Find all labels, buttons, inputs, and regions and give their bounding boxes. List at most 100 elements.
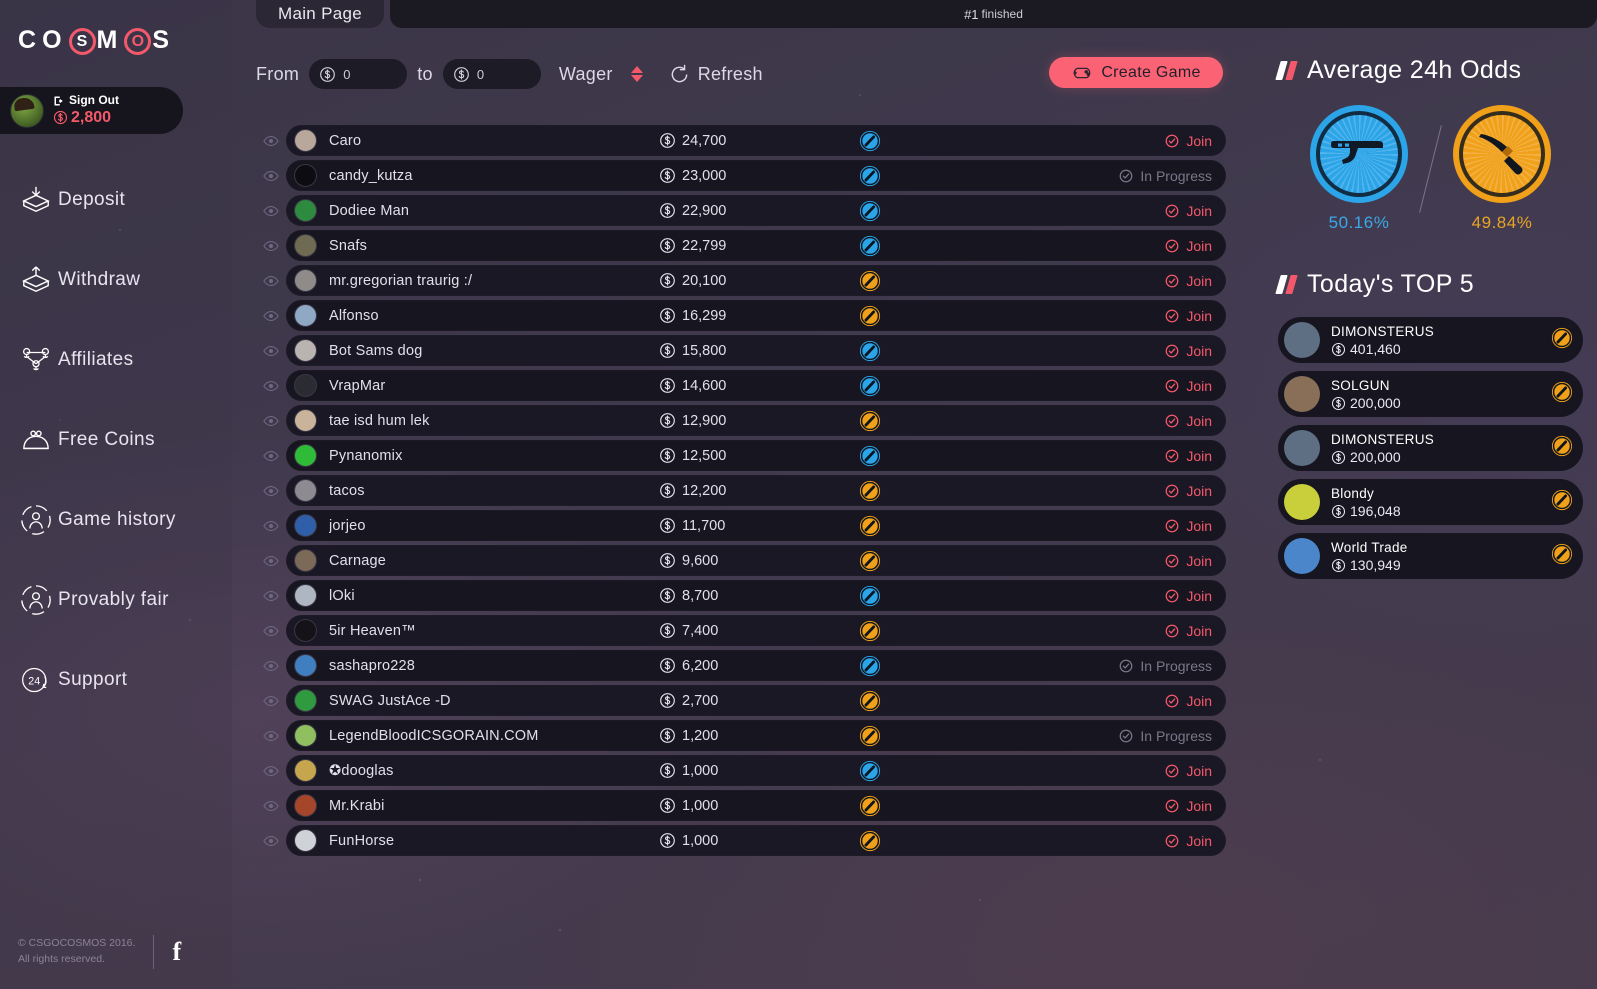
join-game-button[interactable]: Join (939, 623, 1226, 639)
join-game-button[interactable]: Join (939, 833, 1226, 849)
watch-game-button[interactable] (256, 170, 286, 182)
watch-game-button[interactable] (256, 240, 286, 252)
watch-game-button[interactable] (256, 625, 286, 637)
game-row-body[interactable]: SWAG JustAce -D 2,700 Join (286, 685, 1226, 716)
join-game-button[interactable]: Join (939, 413, 1226, 429)
watch-game-button[interactable] (256, 695, 286, 707)
join-game-button[interactable]: Join (939, 693, 1226, 709)
list-item[interactable]: DIMONSTERUS 200,000 (1278, 425, 1583, 471)
from-amount-input[interactable]: 0 (309, 59, 408, 89)
table-row[interactable]: VrapMar 14,600 Join (256, 370, 1226, 401)
game-row-body[interactable]: Dodiee Man 22,900 Join (286, 195, 1226, 226)
join-game-button[interactable]: Join (939, 763, 1226, 779)
watch-game-button[interactable] (256, 380, 286, 392)
table-row[interactable]: tacos 12,200 Join (256, 475, 1226, 506)
join-game-button[interactable]: Join (939, 518, 1226, 534)
watch-game-button[interactable] (256, 275, 286, 287)
game-row-body[interactable]: candy_kutza 23,000 In Progress (286, 160, 1226, 191)
list-item[interactable]: Blondy 196,048 (1278, 479, 1583, 525)
table-row[interactable]: tae isd hum lek 12,900 Join (256, 405, 1226, 436)
sidebar-item-support[interactable]: 24 Support (0, 640, 232, 720)
table-row[interactable]: SWAG JustAce -D 2,700 Join (256, 685, 1226, 716)
join-game-button[interactable]: Join (939, 588, 1226, 604)
game-row-body[interactable]: FunHorse 1,000 Join (286, 825, 1226, 856)
list-item[interactable]: SOLGUN 200,000 (1278, 371, 1583, 417)
sidebar-item-free-coins[interactable]: Free Coins (0, 400, 232, 480)
cosmos-logo[interactable]: C O S M O S (18, 26, 175, 55)
table-row[interactable]: jorjeo 11,700 Join (256, 510, 1226, 541)
game-row-body[interactable]: 5ir Heaven™ 7,400 Join (286, 615, 1226, 646)
watch-game-button[interactable] (256, 135, 286, 147)
sidebar-item-affiliates[interactable]: Affiliates (0, 320, 232, 400)
join-game-button[interactable]: Join (939, 553, 1226, 569)
join-game-button[interactable]: Join (939, 308, 1226, 324)
table-row[interactable]: Snafs 22,799 Join (256, 230, 1226, 261)
to-amount-input[interactable]: 0 (442, 59, 541, 89)
table-row[interactable]: Mr.Krabi 1,000 Join (256, 790, 1226, 821)
table-row[interactable]: Carnage 9,600 Join (256, 545, 1226, 576)
user-account-bar[interactable]: Sign Out 2,800 (0, 87, 183, 134)
watch-game-button[interactable] (256, 590, 286, 602)
watch-game-button[interactable] (256, 205, 286, 217)
watch-game-button[interactable] (256, 765, 286, 777)
game-row-body[interactable]: Snafs 22,799 Join (286, 230, 1226, 261)
list-item[interactable]: DIMONSTERUS 401,460 (1278, 317, 1583, 363)
game-row-body[interactable]: Bot Sams dog 15,800 Join (286, 335, 1226, 366)
game-row-body[interactable]: lOki 8,700 Join (286, 580, 1226, 611)
table-row[interactable]: mr.gregorian traurig :/ 20,100 Join (256, 265, 1226, 296)
watch-game-button[interactable] (256, 415, 286, 427)
watch-game-button[interactable] (256, 485, 286, 497)
table-row[interactable]: Bot Sams dog 15,800 Join (256, 335, 1226, 366)
join-game-button[interactable]: Join (939, 133, 1226, 149)
refresh-button[interactable]: Refresh (669, 64, 763, 85)
game-row-body[interactable]: ✪dooglas 1,000 Join (286, 755, 1226, 786)
game-row-body[interactable]: tacos 12,200 Join (286, 475, 1226, 506)
game-row-body[interactable]: mr.gregorian traurig :/ 20,100 Join (286, 265, 1226, 296)
join-game-button[interactable]: Join (939, 448, 1226, 464)
game-row-body[interactable]: Mr.Krabi 1,000 Join (286, 790, 1226, 821)
sign-out-button[interactable]: Sign Out (53, 93, 119, 108)
game-row-body[interactable]: LegendBloodICSGORAIN.COM 1,200 In Progress (286, 720, 1226, 751)
game-status-strip[interactable]: #1 finished (389, 0, 1597, 28)
sidebar-item-game-history[interactable]: Game history (0, 480, 232, 560)
watch-game-button[interactable] (256, 310, 286, 322)
join-game-button[interactable]: Join (939, 203, 1226, 219)
table-row[interactable]: ✪dooglas 1,000 Join (256, 755, 1226, 786)
watch-game-button[interactable] (256, 835, 286, 847)
sidebar-item-provably-fair[interactable]: Provably fair (0, 560, 232, 640)
wager-sort-toggle[interactable] (630, 66, 643, 82)
sidebar-item-deposit[interactable]: Deposit (0, 160, 232, 240)
join-game-button[interactable]: Join (939, 483, 1226, 499)
join-game-button[interactable]: Join (939, 238, 1226, 254)
watch-game-button[interactable] (256, 660, 286, 672)
table-row[interactable]: Alfonso 16,299 Join (256, 300, 1226, 331)
table-row[interactable]: Pynanomix 12,500 Join (256, 440, 1226, 471)
watch-game-button[interactable] (256, 520, 286, 532)
list-item[interactable]: World Trade 130,949 (1278, 533, 1583, 579)
table-row[interactable]: Dodiee Man 22,900 Join (256, 195, 1226, 226)
tab-main-page[interactable]: Main Page (256, 0, 384, 28)
game-row-body[interactable]: Carnage 9,600 Join (286, 545, 1226, 576)
game-row-body[interactable]: Pynanomix 12,500 Join (286, 440, 1226, 471)
join-game-button[interactable]: Join (939, 798, 1226, 814)
sidebar-item-withdraw[interactable]: Withdraw (0, 240, 232, 320)
table-row[interactable]: 5ir Heaven™ 7,400 Join (256, 615, 1226, 646)
watch-game-button[interactable] (256, 555, 286, 567)
table-row[interactable]: Caro 24,700 Join (256, 125, 1226, 156)
table-row[interactable]: LegendBloodICSGORAIN.COM 1,200 In Progress (256, 720, 1226, 751)
table-row[interactable]: FunHorse 1,000 Join (256, 825, 1226, 856)
game-row-body[interactable]: tae isd hum lek 12,900 Join (286, 405, 1226, 436)
game-row-body[interactable]: Caro 24,700 Join (286, 125, 1226, 156)
join-game-button[interactable]: Join (939, 343, 1226, 359)
game-row-body[interactable]: jorjeo 11,700 Join (286, 510, 1226, 541)
watch-game-button[interactable] (256, 800, 286, 812)
join-game-button[interactable]: Join (939, 273, 1226, 289)
game-row-body[interactable]: sashapro228 6,200 In Progress (286, 650, 1226, 681)
table-row[interactable]: lOki 8,700 Join (256, 580, 1226, 611)
facebook-icon[interactable]: f (172, 937, 181, 967)
watch-game-button[interactable] (256, 450, 286, 462)
join-game-button[interactable]: Join (939, 378, 1226, 394)
table-row[interactable]: candy_kutza 23,000 In Progress (256, 160, 1226, 191)
watch-game-button[interactable] (256, 730, 286, 742)
table-row[interactable]: sashapro228 6,200 In Progress (256, 650, 1226, 681)
